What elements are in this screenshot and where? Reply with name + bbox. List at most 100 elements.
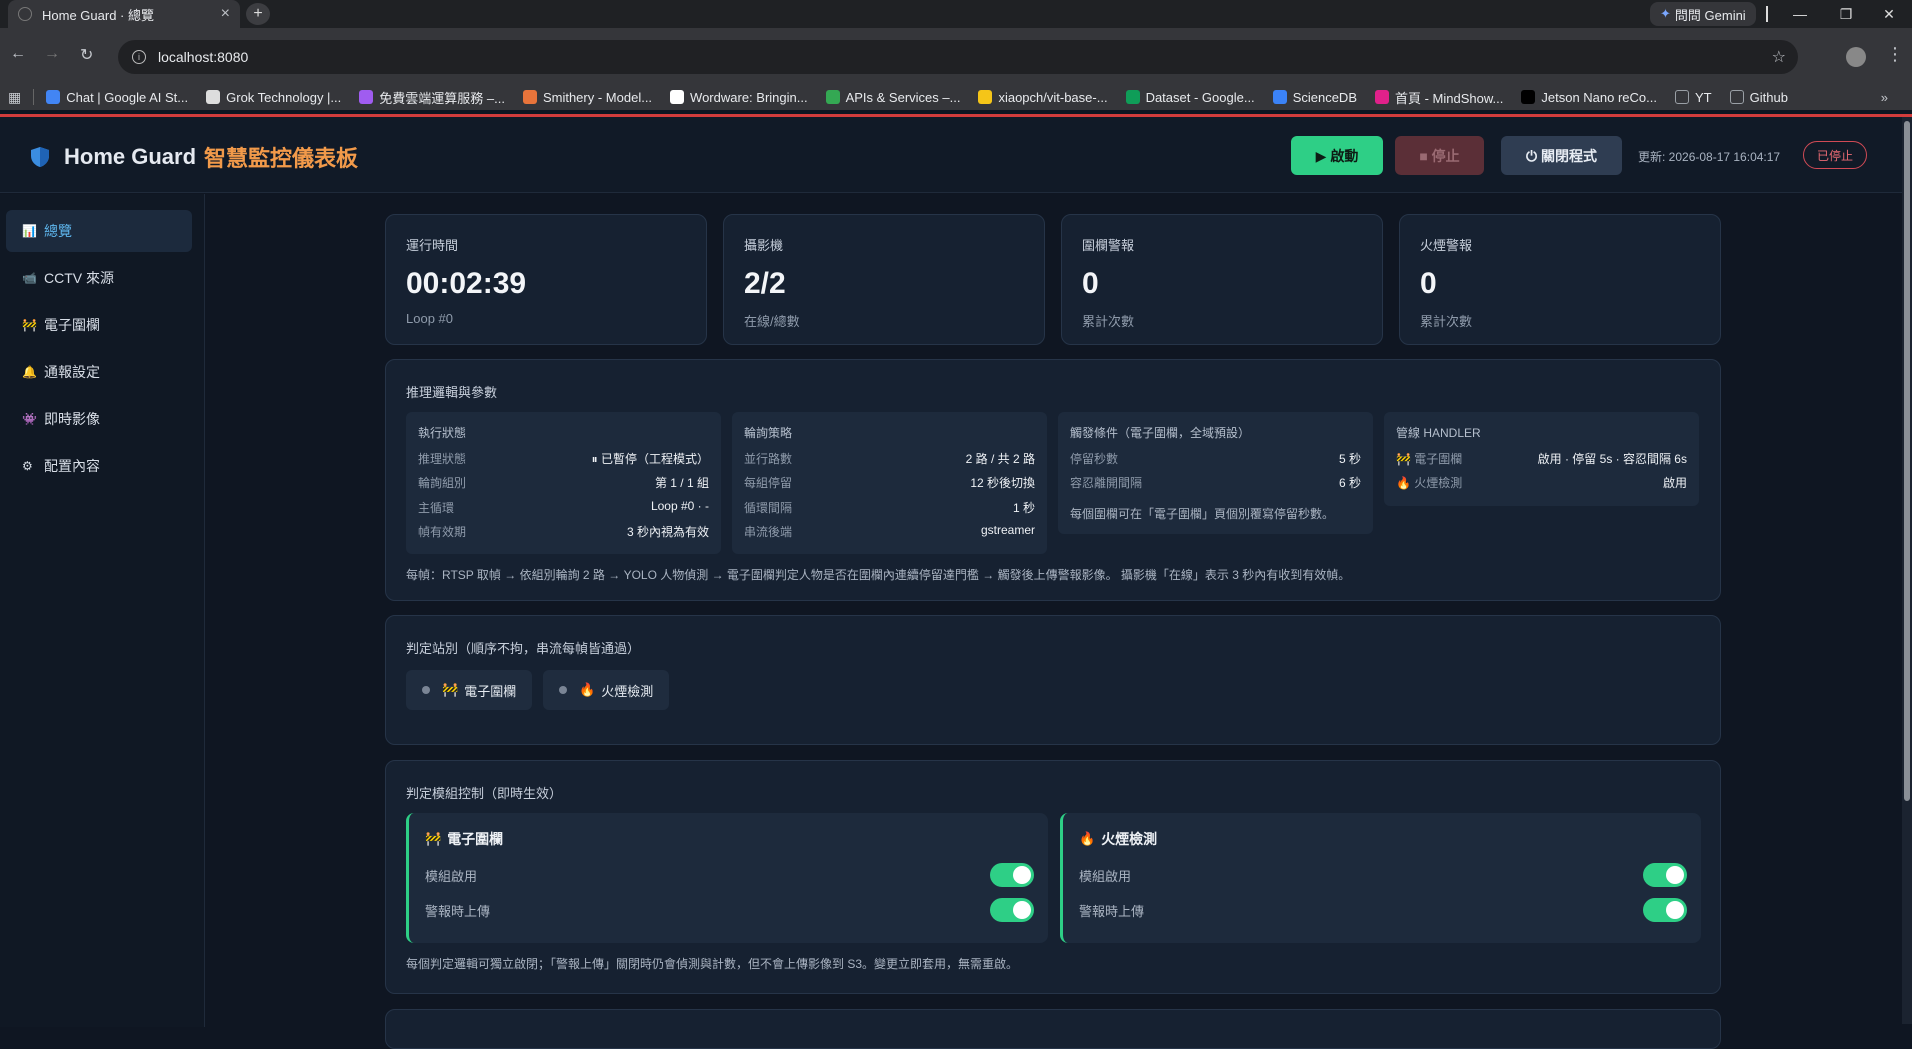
reload-icon[interactable]: ↻ <box>80 45 93 65</box>
profile-avatar[interactable] <box>1846 47 1866 67</box>
bookmark-favicon-icon <box>522 90 537 104</box>
kv-value: gstreamer <box>980 523 1035 537</box>
kv-value: Loop #0 · - <box>650 499 709 513</box>
quit-button[interactable]: ⏻ 關閉程式 <box>1501 136 1622 175</box>
sidebar-item-label: 總覽 <box>44 223 72 239</box>
barrier-icon: 🚧 <box>1396 452 1411 466</box>
minimize-icon[interactable]: — <box>1777 0 1823 28</box>
fire-icon: 🔥 <box>1396 476 1411 490</box>
stat-sub: 累計次數 <box>1420 314 1473 329</box>
bookmark-item[interactable]: Grok Technology |... <box>206 90 341 105</box>
kv-row: 停留秒數 5 秒 <box>1070 450 1361 467</box>
stat-card-fire-alerts: 火煙警報 0 累計次數 <box>1399 214 1721 345</box>
fire-icon: 🔥 <box>1079 831 1096 846</box>
camera-icon: 📹 <box>22 271 37 285</box>
kv-key: 輪詢組別 <box>418 476 467 490</box>
station-chip-fire[interactable]: 🔥 火煙檢測 <box>543 670 670 710</box>
tabbar-divider <box>1766 6 1768 22</box>
sidebar-item-cctv[interactable]: 📹 CCTV 來源 <box>6 257 192 299</box>
stat-sub: 累計次數 <box>1082 314 1135 329</box>
bookmark-label: Dataset - Google... <box>1145 89 1255 105</box>
kv-key: 循環間隔 <box>744 501 793 515</box>
upload-toggle[interactable] <box>990 898 1034 922</box>
tab-title: Home Guard · 總覽 <box>42 7 154 23</box>
bookmark-favicon-icon <box>1272 90 1287 104</box>
browser-tab[interactable]: Home Guard · 總覽 × <box>8 0 240 28</box>
section-title: 判定站別（順序不拘，串流每幀皆通過） <box>406 641 641 656</box>
bookmark-item[interactable]: Dataset - Google... <box>1125 89 1255 105</box>
window-close-icon[interactable]: ✕ <box>1866 0 1912 28</box>
stat-value: 0 <box>1420 267 1437 300</box>
stat-label: 運行時間 <box>406 238 459 253</box>
sidebar-item-label: 即時影像 <box>44 411 100 427</box>
bookmark-favicon-icon <box>206 90 221 104</box>
enable-toggle[interactable] <box>990 863 1034 887</box>
kv-key: 火煙檢測 <box>1414 476 1463 490</box>
bookmark-star-icon[interactable]: ☆ <box>1772 47 1786 67</box>
page-scrollbar[interactable] <box>1902 117 1912 1024</box>
bookmarks-overflow-icon[interactable]: » <box>1881 90 1888 105</box>
gemini-button[interactable]: ✦ 問問 Gemini <box>1650 2 1756 26</box>
status-dot <box>559 686 567 694</box>
sidebar-item-config[interactable]: ⚙ 配置內容 <box>6 445 192 487</box>
bookmark-item[interactable]: xiaopch/vit-base-... <box>978 90 1108 105</box>
kv-row: 🔥 火煙檢測 啟用 <box>1396 474 1687 491</box>
stat-label: 圍欄警報 <box>1082 238 1135 253</box>
bookmark-item[interactable]: ScienceDB <box>1272 90 1357 105</box>
bookmark-favicon-icon <box>825 90 840 104</box>
panel-title: 觸發條件（電子圍欄，全域預設） <box>1070 426 1251 440</box>
stop-button[interactable]: ■ 停止 <box>1395 136 1484 175</box>
back-icon[interactable]: ← <box>10 45 26 63</box>
brand-name: Home Guard <box>64 144 197 169</box>
bookmark-item[interactable]: 首頁 - MindShow... <box>1375 88 1503 107</box>
main-content: 運行時間 00:02:39 Loop #0 攝影機 2/2 在線/總數 圍欄警報… <box>206 194 1912 1049</box>
tab-close-icon[interactable]: × <box>221 5 230 23</box>
sidebar-item-overview[interactable]: 📊 總覽 <box>6 210 192 252</box>
new-tab-button[interactable]: + <box>246 3 270 25</box>
module-row: 模組啟用 <box>1079 863 1687 887</box>
bookmark-item[interactable]: APIs & Services –... <box>825 89 961 105</box>
next-card-partial <box>385 1009 1721 1049</box>
address-bar[interactable]: i localhost:8080 ☆ <box>118 40 1798 74</box>
enable-toggle[interactable] <box>1643 863 1687 887</box>
sidebar-item-notify[interactable]: 🔔 通報設定 <box>6 351 192 393</box>
browser-menu-icon[interactable]: ⋮ <box>1886 44 1904 65</box>
kv-row: 🚧 電子圍欄 啟用 · 停留 5s · 容忍間隔 6s <box>1396 450 1687 467</box>
start-button[interactable]: ▶ 啟動 <box>1291 136 1383 175</box>
panel-title: 管線 HANDLER <box>1396 426 1481 440</box>
bookmark-label: Chat | Google AI St... <box>66 89 189 105</box>
module-name: 火煙檢測 <box>1101 831 1158 847</box>
sidebar-item-fence[interactable]: 🚧 電子圍欄 <box>6 304 192 346</box>
scrollbar-thumb[interactable] <box>1904 121 1910 801</box>
bookmark-label: APIs & Services –... <box>845 89 961 105</box>
apps-grid-icon[interactable]: ▦ <box>8 89 21 106</box>
kv-key: 每組停留 <box>744 476 793 490</box>
module-fence: 🚧 電子圍欄 模組啟用 警報時上傳 <box>406 813 1048 943</box>
bookmark-item[interactable]: Github <box>1729 90 1788 105</box>
kv-key: 推理狀態 <box>418 452 467 466</box>
stat-value: 2/2 <box>744 267 786 300</box>
bookmark-item[interactable]: Smithery - Model... <box>522 90 652 105</box>
gear-icon: ⚙ <box>22 459 33 473</box>
bookmark-item[interactable]: Wordware: Bringin... <box>670 90 808 105</box>
station-chip-fence[interactable]: 🚧 電子圍欄 <box>406 670 533 710</box>
bookmark-item[interactable]: Chat | Google AI St... <box>46 90 188 105</box>
forward-icon[interactable]: → <box>44 45 60 63</box>
bookmark-item[interactable]: Jetson Nano reCo... <box>1521 90 1657 105</box>
sidebar-item-live[interactable]: 👾 即時影像 <box>6 398 192 440</box>
bookmark-item[interactable]: 免費雲端運算服務 –... <box>359 88 505 107</box>
site-info-icon[interactable]: i <box>132 50 146 64</box>
upload-toggle[interactable] <box>1643 898 1687 922</box>
kv-value: 5 秒 <box>1338 452 1361 466</box>
chip-label: 電子圍欄 <box>464 683 517 699</box>
folder-icon <box>1729 90 1744 104</box>
kv-row: 並行路數 2 路 / 共 2 路 <box>744 450 1035 467</box>
bookmark-item[interactable]: YT <box>1675 90 1712 105</box>
restore-icon[interactable]: ❐ <box>1823 0 1869 28</box>
kv-row: 主循環 Loop #0 · - <box>418 499 709 516</box>
kv-row: 循環間隔 1 秒 <box>744 499 1035 516</box>
kv-value: 啟用 · 停留 5s · 容忍間隔 6s <box>1537 452 1687 466</box>
chart-icon: 📊 <box>22 224 37 238</box>
url-text: localhost:8080 <box>158 49 249 65</box>
monster-icon: 👾 <box>22 412 37 426</box>
